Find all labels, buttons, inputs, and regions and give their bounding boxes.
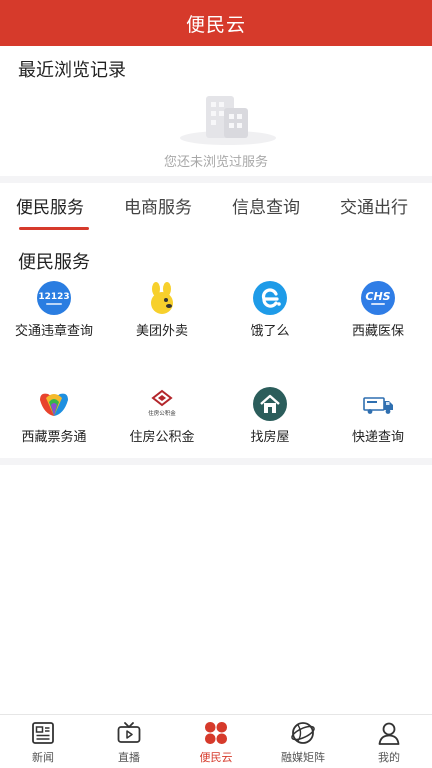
page-title: 便民云 <box>185 13 246 36</box>
nav-live[interactable]: 直播 <box>86 720 172 765</box>
tab-ecommerce-services[interactable]: 电商服务 <box>124 193 192 218</box>
service-xizang-yibao[interactable]: CHS 西藏医保 <box>324 280 432 341</box>
service-label: 西藏医保 <box>351 324 404 339</box>
service-label: 快递查询 <box>351 430 404 445</box>
nav-label: 便民云 <box>199 751 233 764</box>
nav-label: 新闻 <box>32 751 54 764</box>
eleme-icon <box>252 280 288 316</box>
user-icon <box>378 722 400 745</box>
service-label: 交通违章查询 <box>14 324 93 339</box>
tab-information-query[interactable]: 信息查询 <box>232 193 300 218</box>
newspaper-icon <box>32 722 54 744</box>
recent-history-heading: 最近浏览记录 <box>18 60 126 81</box>
service-find-house[interactable]: 找房屋 <box>216 386 324 447</box>
service-housing-fund[interactable]: 住房公积金 住房公积金 <box>108 386 216 447</box>
grid-bottom-divider <box>0 458 432 465</box>
nav-label: 直播 <box>118 751 140 764</box>
globe-icon <box>291 722 315 744</box>
nav-media-matrix[interactable]: 融媒矩阵 <box>260 720 346 765</box>
traffic-12123-icon: 12123 <box>36 280 72 316</box>
tv-icon <box>117 722 141 743</box>
empty-history-text: 您还未浏览过服务 <box>163 155 268 170</box>
service-traffic-violation[interactable]: 12123 交通违章查询 <box>0 280 108 341</box>
service-label: 美团外卖 <box>135 324 188 339</box>
housing-fund-icon: 住房公积金 <box>144 386 180 422</box>
service-label: 找房屋 <box>250 430 290 445</box>
active-tab-indicator <box>19 227 89 230</box>
xizang-piaowutong-icon <box>36 386 72 422</box>
empty-buildings-icon <box>180 96 276 145</box>
house-icon <box>252 386 288 422</box>
service-express-query[interactable]: 快递查询 <box>324 386 432 447</box>
clover-icon <box>205 722 227 744</box>
nav-mine[interactable]: 我的 <box>346 720 432 765</box>
service-label: 饿了么 <box>250 324 290 339</box>
section-divider <box>0 176 432 183</box>
chs-icon-text: CHS <box>365 290 390 303</box>
nav-label: 我的 <box>378 751 400 764</box>
recent-history-section: 最近浏览记录 您还未浏览过服务 <box>0 46 432 176</box>
service-meituan-waimai[interactable]: 美团外卖 <box>108 280 216 341</box>
nav-bianminyun[interactable]: 便民云 <box>173 720 259 765</box>
service-label: 西藏票务通 <box>21 430 87 445</box>
category-tabs: 便民服务 电商服务 信息查询 交通出行 <box>0 183 432 233</box>
bottom-navigation: 新闻 直播 便民云 融媒矩阵 我的 <box>0 714 432 768</box>
service-eleme[interactable]: 饿了么 <box>216 280 324 341</box>
nav-label: 融媒矩阵 <box>281 751 325 764</box>
service-label: 住房公积金 <box>129 430 195 445</box>
app-title-bar: 便民云 <box>0 0 432 46</box>
tab-convenience-services[interactable]: 便民服务 <box>16 193 84 218</box>
housing-fund-icon-text: 住房公积金 <box>148 409 176 417</box>
traffic-icon-text: 12123 <box>38 292 69 302</box>
meituan-waimai-icon <box>144 280 180 316</box>
services-section-title: 便民服务 <box>18 252 90 273</box>
service-xizang-piaowutong[interactable]: 西藏票务通 <box>0 386 108 447</box>
tab-traffic-travel[interactable]: 交通出行 <box>340 193 408 218</box>
xizang-yibao-icon: CHS <box>360 280 396 316</box>
nav-news[interactable]: 新闻 <box>0 720 86 765</box>
delivery-truck-icon <box>360 386 396 422</box>
